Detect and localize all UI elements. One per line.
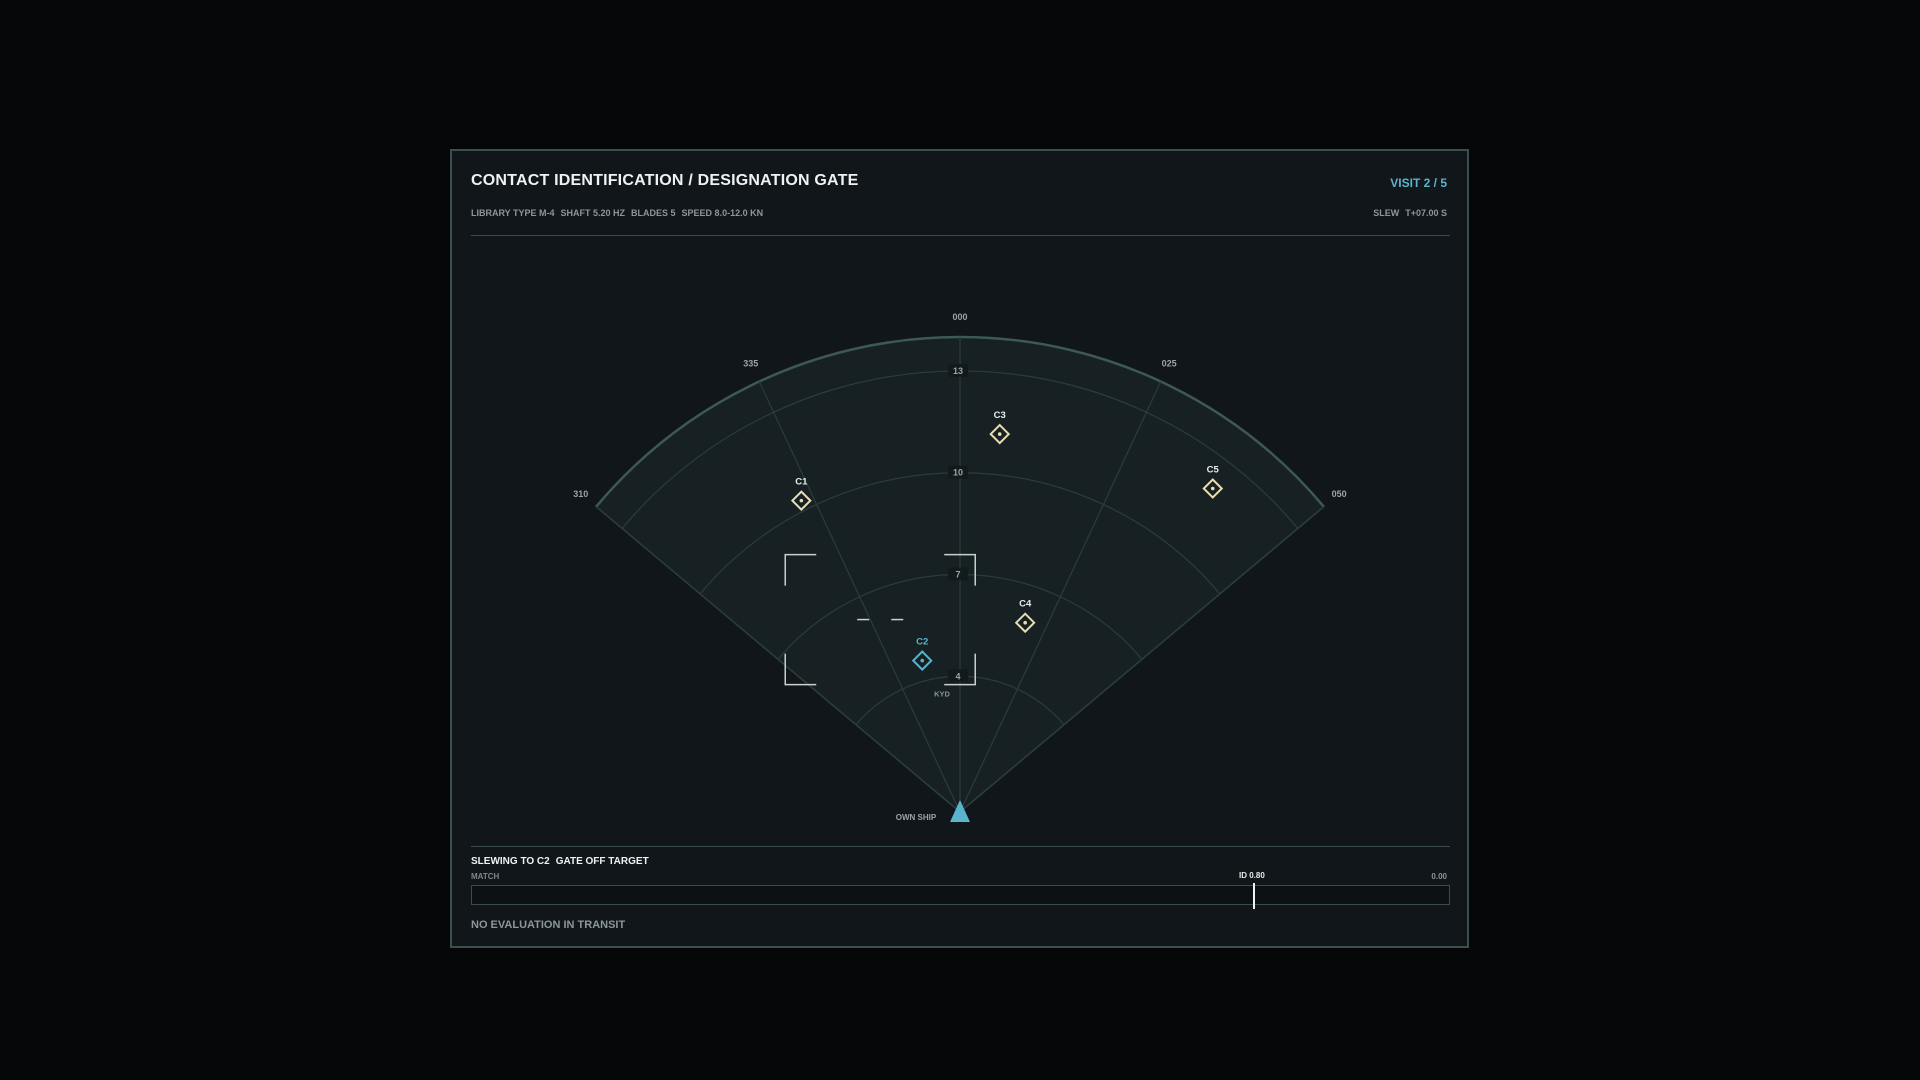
range-label: 13: [953, 366, 963, 376]
bearing-label: 335: [743, 358, 758, 368]
range-label: 4: [955, 671, 960, 681]
gate-status: GATE OFF TARGET: [555, 856, 649, 867]
own-ship-label: OWN SHIP: [896, 813, 937, 822]
range-unit-label: KYD: [934, 689, 950, 698]
match-value-label: 0.00: [1431, 872, 1447, 881]
bearing-label: 050: [1332, 489, 1347, 499]
contact-dot: [1023, 620, 1027, 625]
footer-divider: [471, 846, 1450, 847]
bearing-label: 310: [573, 489, 588, 499]
contact-label: C2: [916, 637, 928, 648]
contact-label: C5: [1207, 464, 1220, 475]
slew-status: SLEWING TO C2: [471, 856, 550, 867]
contact-dot: [920, 658, 925, 663]
contact-dot: [997, 432, 1002, 436]
designation-panel: CONTACT IDENTIFICATION / DESIGNATION GAT…: [450, 149, 1469, 948]
contact-label: C3: [994, 410, 1006, 421]
no-evaluation-notice: NO EVALUATION IN TRANSIT: [471, 919, 626, 931]
bearing-label: 025: [1162, 358, 1177, 368]
id-threshold-marker: [1252, 883, 1255, 909]
contact-label: C4: [1019, 599, 1032, 610]
contact-label: C1: [795, 477, 808, 488]
range-label: 10: [953, 468, 963, 478]
match-label: MATCH: [471, 872, 500, 881]
range-label: 7: [955, 570, 960, 580]
contact-dot: [1210, 486, 1215, 491]
bearing-range-plot[interactable]: C1 C2 C3 C4 C5 4 7 10 13 KYD 310 335 000 025 050 OWN S…: [452, 151, 1467, 831]
contact-dot: [799, 498, 804, 503]
match-bar: [471, 883, 1450, 909]
status-line: SLEWING TO C2 GATE OFF TARGET: [471, 856, 655, 867]
bearing-label: 000: [952, 312, 967, 322]
id-threshold-label: ID 0.80: [1239, 871, 1265, 880]
